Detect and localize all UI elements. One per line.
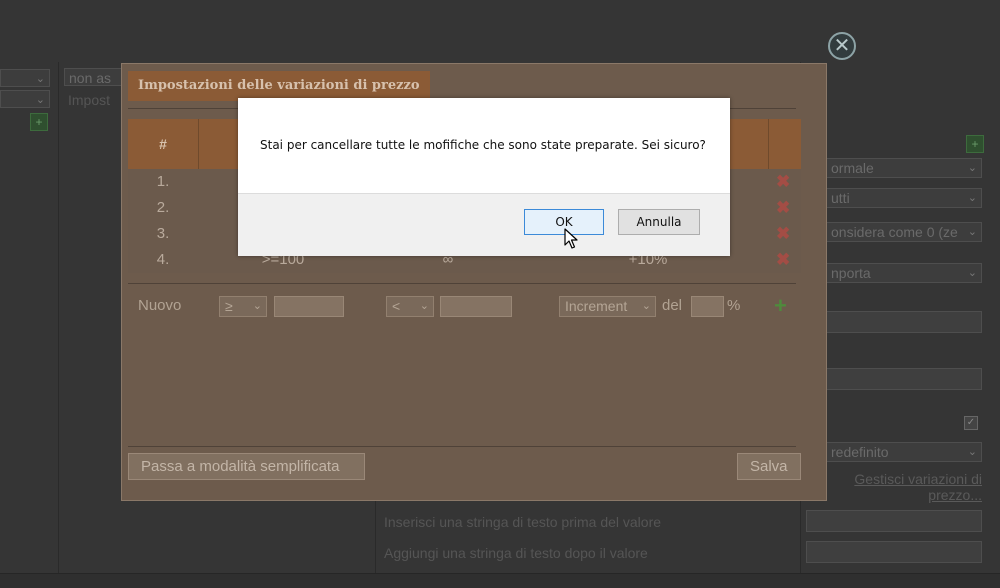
header-index: # [159,136,167,152]
confirm-message: Stai per cancellare tutte le mofifiche c… [260,138,706,152]
right-select-5-value: redefinito [831,444,889,460]
divider [128,446,796,447]
close-icon[interactable]: ✕ [828,32,856,60]
prefix-input[interactable] [806,510,982,532]
delete-icon[interactable]: ✖ [776,250,790,270]
delete-icon[interactable]: ✖ [776,224,790,244]
assign-select-value: non as [69,70,112,86]
chevron-down-icon: ⌄ [35,73,45,85]
manage-price-variations-link[interactable]: Gestisci variazioni di prezzo... [820,471,982,503]
chevron-down-icon: ⌄ [35,94,45,106]
simplified-mode-button[interactable]: Passa a modalità semplificata [128,453,365,480]
chevron-down-icon: ⌄ [252,300,262,312]
right-input-2[interactable] [826,368,982,390]
mode-select[interactable]: Increment ⌄ [559,296,656,317]
from-value-input[interactable] [274,296,344,317]
chevron-down-icon: ⌄ [967,446,977,458]
to-operator-select[interactable]: < ⌄ [386,296,434,317]
to-operator-value: < [392,298,401,314]
row-index: 1. [156,173,170,190]
right-select-2-value: utti [831,190,850,206]
divider [128,283,796,284]
add-icon[interactable]: + [30,113,48,131]
confirm-footer: OK Annulla [238,193,730,256]
bottom-bar [0,573,1000,588]
to-value-input[interactable] [440,296,512,317]
save-button[interactable]: Salva [737,453,801,480]
right-select-4[interactable]: nporta ⌄ [826,263,982,283]
right-select-1[interactable]: ormale ⌄ [826,158,982,178]
mouse-pointer-icon [564,228,578,249]
mode-value: Increment [565,298,628,314]
right-select-3[interactable]: onsidera come 0 (ze ⌄ [826,222,982,242]
percent-input[interactable] [691,296,724,317]
from-operator-select[interactable]: ≥ ⌄ [219,296,267,317]
header-separator [768,119,769,169]
header-separator [198,119,199,169]
chevron-down-icon: ⌄ [967,226,977,238]
cancel-button[interactable]: Annulla [618,209,700,235]
settings-label: Impost [68,92,111,108]
chevron-down-icon: ⌄ [967,192,977,204]
suffix-input[interactable] [806,541,982,563]
confirm-dialog: Stai per cancellare tutte le mofifiche c… [238,98,730,256]
right-select-2[interactable]: utti ⌄ [826,188,982,208]
checkbox[interactable]: ✓ [964,416,978,430]
from-operator-value: ≥ [225,298,233,314]
chevron-down-icon: ⌄ [967,162,977,174]
right-select-3-value: onsidera come 0 (ze [831,224,958,240]
right-input-1[interactable] [826,311,982,333]
del-label: del [662,297,683,314]
row-index: 2. [156,199,170,216]
left-select-1[interactable]: ⌄ [0,69,50,87]
dialog-title: Impostazioni delle variazioni di prezzo [128,71,430,101]
new-row-label: Nuovo [138,297,182,314]
delete-icon[interactable]: ✖ [776,198,790,218]
row-index: 4. [156,251,170,268]
column-divider [58,62,59,588]
prefix-label: Inserisci una stringa di testo prima del… [384,514,662,530]
right-select-5[interactable]: redefinito ⌄ [826,442,982,462]
suffix-label: Aggiungi una stringa di testo dopo il va… [384,545,648,561]
right-select-4-value: nporta [831,265,871,281]
add-icon[interactable]: + [774,293,787,319]
delete-icon[interactable]: ✖ [776,172,790,192]
add-icon[interactable]: + [966,135,984,153]
percent-label: % [727,297,741,314]
chevron-down-icon: ⌄ [967,267,977,279]
left-select-2[interactable]: ⌄ [0,90,50,108]
chevron-down-icon: ⌄ [641,300,651,312]
assign-select[interactable]: non as [64,68,124,86]
right-select-1-value: ormale [831,160,874,176]
chevron-down-icon: ⌄ [419,300,429,312]
row-index: 3. [156,225,170,242]
